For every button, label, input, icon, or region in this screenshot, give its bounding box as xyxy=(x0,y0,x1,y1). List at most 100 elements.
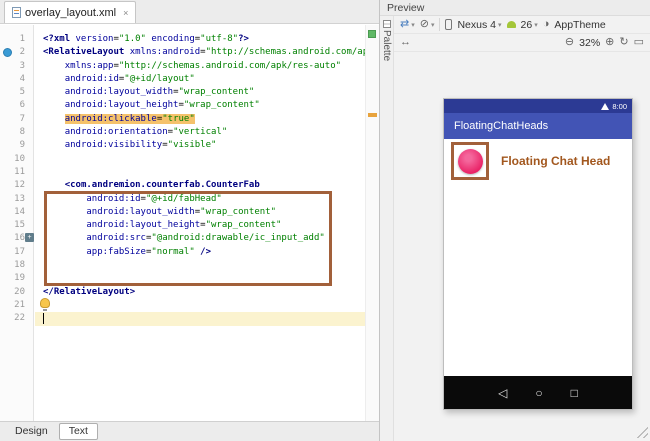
line-number: 9 xyxy=(19,140,25,151)
line-number: 15 xyxy=(14,220,25,231)
nav-recent-icon: □ xyxy=(570,385,578,400)
code-line[interactable] xyxy=(35,166,365,179)
occurrence-stripe-mark[interactable] xyxy=(368,113,377,117)
zoom-in-icon[interactable]: ⊕ xyxy=(605,37,614,48)
preview-panel: Preview Palette ⇄ ▾ ⊘ ▾ Nexus 4 ▾ 26 ▾ ◑… xyxy=(380,0,650,441)
code-line[interactable] xyxy=(35,299,365,312)
nav-home-icon: ○ xyxy=(535,385,543,400)
line-number: 20 xyxy=(14,286,25,297)
device-preview: 8:00 FloatingChatHeads Floating Chat Hea… xyxy=(443,98,633,410)
intention-bulb-icon[interactable] xyxy=(40,298,50,311)
line-number: 19 xyxy=(14,273,25,284)
caret xyxy=(43,313,44,325)
tab-label: overlay_layout.xml xyxy=(25,6,117,19)
device-nav-bar: ◁ ○ □ xyxy=(444,376,632,409)
code-line[interactable] xyxy=(35,272,365,285)
device-status-bar: 8:00 xyxy=(444,99,632,113)
xml-file-icon xyxy=(12,7,21,18)
line-number: 10 xyxy=(14,153,25,164)
editor-pane: overlay_layout.xml × 1 2 3 4 5 6 7 8 9 10 11 12 13 14… xyxy=(0,0,379,441)
code-line[interactable]: </RelativeLayout> xyxy=(35,286,365,299)
toolbar-separator xyxy=(439,18,441,31)
theme-selector[interactable]: AppTheme xyxy=(554,19,605,31)
refresh-icon[interactable]: ↻ xyxy=(619,37,628,48)
code-editor[interactable]: 1 2 3 4 5 6 7 8 9 10 11 12 13 14 15 16 17 18 19 20 21 22 + <?… xyxy=(0,25,379,421)
palette-label: Palette xyxy=(381,30,392,62)
android-studio-window: overlay_layout.xml × 1 2 3 4 5 6 7 8 9 10 11 12 13 14… xyxy=(0,0,650,441)
line-number: 17 xyxy=(14,246,25,257)
line-number: 11 xyxy=(14,166,25,177)
wifi-icon xyxy=(601,102,610,110)
chevron-down-icon[interactable]: ▾ xyxy=(431,21,435,29)
code-line[interactable]: android:layout_height="wrap_content" xyxy=(35,99,365,112)
line-number: 6 xyxy=(19,100,25,111)
code-line[interactable] xyxy=(35,259,365,272)
chevron-down-icon[interactable]: ▾ xyxy=(411,21,415,29)
line-number: 3 xyxy=(19,60,25,71)
tab-overlay-layout-xml[interactable]: overlay_layout.xml × xyxy=(4,1,137,23)
gutter-numbers: 1 2 3 4 5 6 7 8 9 10 11 12 13 14 15 16 17 18 19 20 21 22 xyxy=(0,25,33,326)
chevron-down-icon[interactable]: ▾ xyxy=(534,21,538,29)
code-line[interactable]: android:id="@+id/fabHead" xyxy=(35,193,365,206)
nav-back-icon: ◁ xyxy=(498,385,508,400)
theme-icon: ◑ xyxy=(542,18,550,30)
device-app-bar: FloatingChatHeads xyxy=(444,113,632,139)
line-number: 14 xyxy=(14,206,25,217)
resize-grip[interactable] xyxy=(634,424,648,438)
code-lines: <?xml version="1.0" encoding="utf-8"?> <R… xyxy=(35,25,379,326)
palette-tool-button[interactable]: Palette xyxy=(380,16,394,441)
api-selector[interactable]: 26 xyxy=(521,19,533,31)
code-line[interactable]: android:orientation="vertical" xyxy=(35,126,365,139)
line-number: 4 xyxy=(19,73,25,84)
device-selector[interactable]: Nexus 4 xyxy=(457,19,496,31)
tab-design[interactable]: Design xyxy=(6,424,57,439)
line-number: 7 xyxy=(19,113,25,124)
status-time: 8:00 xyxy=(612,101,627,111)
preview-config-toolbar: ⇄ ▾ ⊘ ▾ Nexus 4 ▾ 26 ▾ ◑ AppTheme xyxy=(394,16,650,34)
line-number: 8 xyxy=(19,127,25,138)
device-content: Floating Chat Head xyxy=(444,139,632,376)
code-line[interactable]: <com.andremion.counterfab.CounterFab xyxy=(35,179,365,192)
line-number: 12 xyxy=(14,180,25,191)
code-line[interactable]: android:layout_width="wrap_content" xyxy=(35,86,365,99)
code-line[interactable]: xmlns:app="http://schemas.android.com/ap… xyxy=(35,60,365,73)
chevron-down-icon[interactable]: ▾ xyxy=(498,21,502,29)
line-number: 5 xyxy=(19,87,25,98)
code-line[interactable]: android:layout_width="wrap_content" xyxy=(35,206,365,219)
line-number: 22 xyxy=(14,313,25,324)
ui-mode-icon[interactable]: ⊘ xyxy=(420,19,429,30)
code-line[interactable]: <RelativeLayout xmlns:android="http://sc… xyxy=(35,46,379,59)
zoom-level[interactable]: 32% xyxy=(579,37,600,49)
content-text[interactable]: Floating Chat Head xyxy=(501,154,610,168)
preview-zoom-toolbar: ↔ ⊖ 32% ⊕ ↻ ▭ xyxy=(394,34,650,52)
tab-text[interactable]: Text xyxy=(58,423,98,440)
zoom-out-icon[interactable]: ⊖ xyxy=(565,37,574,48)
code-line[interactable] xyxy=(35,153,365,166)
occurrence-highlight: android:clickable="true" xyxy=(64,113,195,124)
android-api-icon xyxy=(506,21,516,28)
code-line[interactable]: android:visibility="visible" xyxy=(35,139,365,152)
line-number: 1 xyxy=(19,34,25,44)
line-number: 21 xyxy=(14,299,25,310)
line-number: 16 xyxy=(14,233,25,244)
line-number: 13 xyxy=(14,193,25,204)
code-line[interactable]: android:src="@android:drawable/ic_input_… xyxy=(35,232,365,245)
code-line[interactable] xyxy=(35,312,365,326)
editor-mode-tabs: Design Text xyxy=(0,421,379,441)
error-stripe[interactable] xyxy=(365,25,379,421)
code-line[interactable]: android:id="@+id/layout" xyxy=(35,73,365,86)
orientation-icon[interactable]: ⇄ xyxy=(400,19,409,30)
zoom-fit-icon[interactable]: ▭ xyxy=(634,37,644,48)
code-line[interactable]: app:fabSize="normal" /> xyxy=(35,246,365,259)
layout-component-gutter-icon[interactable] xyxy=(3,48,12,57)
preview-title: Preview xyxy=(387,2,425,14)
code-line[interactable]: <?xml version="1.0" encoding="utf-8"?> xyxy=(35,33,365,46)
pan-icon[interactable]: ↔ xyxy=(400,37,411,48)
close-icon[interactable]: × xyxy=(123,8,128,18)
drawable-preview-gutter-icon[interactable]: + xyxy=(25,233,34,242)
code-line[interactable]: android:layout_height="wrap_content" xyxy=(35,219,365,232)
editor-gutter: 1 2 3 4 5 6 7 8 9 10 11 12 13 14 15 16 17 18 19 20 21 22 + xyxy=(0,25,34,421)
fab-button[interactable] xyxy=(458,149,483,174)
inspections-ok-icon[interactable] xyxy=(368,30,376,38)
code-line[interactable]: android:clickable="true" xyxy=(35,113,365,126)
